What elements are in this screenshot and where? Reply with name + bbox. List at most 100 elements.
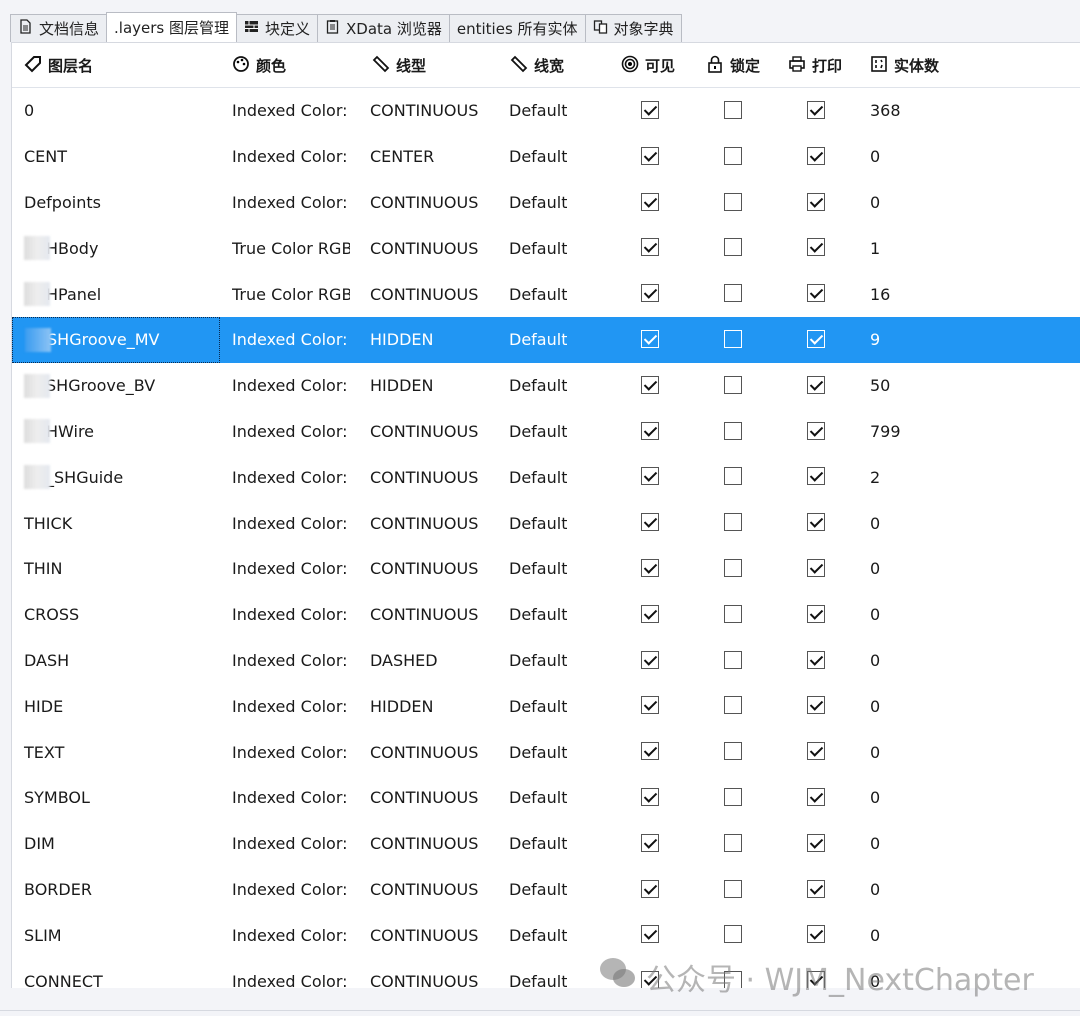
visible-checkbox[interactable] bbox=[641, 788, 659, 806]
layer-name[interactable]: TEXT bbox=[12, 729, 220, 775]
layer-lineweight[interactable]: Default bbox=[509, 821, 567, 867]
locked-checkbox[interactable] bbox=[724, 146, 742, 165]
locked-checkbox[interactable] bbox=[724, 788, 742, 806]
table-row[interactable]: DASH Indexed Color: DASHED Default 0 bbox=[12, 638, 1080, 684]
layer-lineweight[interactable]: Default bbox=[509, 454, 567, 500]
layer-color[interactable]: Indexed Color: bbox=[232, 88, 350, 134]
locked-checkbox[interactable] bbox=[724, 696, 742, 715]
table-row[interactable]: _SHGuide Indexed Color: CONTINUOUS Default 2 bbox=[12, 454, 1080, 500]
layer-linetype[interactable]: CONTINUOUS bbox=[370, 500, 478, 546]
layer-linetype[interactable]: CONTINUOUS bbox=[370, 180, 478, 226]
tab-2[interactable]: 块定义 bbox=[236, 14, 319, 42]
print-checkbox[interactable] bbox=[807, 330, 825, 348]
column-header-count[interactable]: 实体数 bbox=[870, 43, 939, 88]
layer-color[interactable]: Indexed Color: bbox=[232, 958, 350, 988]
table-row[interactable]: BORDER Indexed Color: CONTINUOUS Default 0 bbox=[12, 867, 1080, 913]
layer-color[interactable]: Indexed Color: bbox=[232, 821, 350, 867]
layer-linetype[interactable]: CONTINUOUS bbox=[370, 775, 478, 821]
layer-color[interactable]: True Color RGB bbox=[232, 225, 350, 271]
visible-checkbox[interactable] bbox=[641, 925, 659, 944]
print-checkbox[interactable] bbox=[807, 788, 825, 806]
locked-checkbox[interactable] bbox=[724, 421, 742, 440]
layer-lineweight[interactable]: Default bbox=[509, 912, 567, 958]
locked-checkbox[interactable] bbox=[724, 284, 742, 303]
visible-checkbox[interactable] bbox=[641, 559, 659, 577]
layer-lineweight[interactable]: Default bbox=[509, 683, 567, 729]
table-row[interactable]: CONNECT Indexed Color: CONTINUOUS Default 0 bbox=[12, 958, 1080, 988]
layer-linetype[interactable]: HIDDEN bbox=[370, 363, 433, 409]
layer-name[interactable]: SLIM bbox=[12, 912, 220, 958]
visible-checkbox[interactable] bbox=[641, 330, 659, 348]
column-header-linetype[interactable]: 线型 bbox=[372, 43, 426, 88]
layer-color[interactable]: Indexed Color: bbox=[232, 546, 350, 592]
table-row[interactable]: SYMBOL Indexed Color: CONTINUOUS Default 0 bbox=[12, 775, 1080, 821]
layer-color[interactable]: Indexed Color: bbox=[232, 592, 350, 638]
tab-5[interactable]: 对象字典 bbox=[584, 14, 682, 42]
locked-checkbox[interactable] bbox=[724, 559, 742, 577]
layer-name[interactable]: THICK bbox=[12, 500, 220, 546]
table-row[interactable]: THICK Indexed Color: CONTINUOUS Default 0 bbox=[12, 500, 1080, 546]
print-checkbox[interactable] bbox=[807, 559, 825, 577]
layer-color[interactable]: Indexed Color: bbox=[232, 683, 350, 729]
locked-checkbox[interactable] bbox=[724, 604, 742, 623]
layer-linetype[interactable]: CONTINUOUS bbox=[370, 225, 478, 271]
layer-linetype[interactable]: CONTINUOUS bbox=[370, 409, 478, 455]
layer-lineweight[interactable]: Default bbox=[509, 317, 567, 363]
print-checkbox[interactable] bbox=[807, 101, 825, 119]
print-checkbox[interactable] bbox=[807, 192, 825, 211]
table-row[interactable]: DIM Indexed Color: CONTINUOUS Default 0 bbox=[12, 821, 1080, 867]
visible-checkbox[interactable] bbox=[641, 238, 659, 257]
layer-name[interactable]: SHGroove_MV bbox=[12, 317, 220, 363]
print-checkbox[interactable] bbox=[807, 604, 825, 623]
column-header-name[interactable]: 图层名 bbox=[24, 43, 93, 88]
layer-color[interactable]: Indexed Color: bbox=[232, 867, 350, 913]
layer-name[interactable]: BORDER bbox=[12, 867, 220, 913]
locked-checkbox[interactable] bbox=[724, 101, 742, 119]
print-checkbox[interactable] bbox=[807, 284, 825, 303]
layer-name[interactable]: DIM bbox=[12, 821, 220, 867]
print-checkbox[interactable] bbox=[807, 696, 825, 715]
print-checkbox[interactable] bbox=[807, 925, 825, 944]
visible-checkbox[interactable] bbox=[641, 879, 659, 898]
table-row[interactable]: THIN Indexed Color: CONTINUOUS Default 0 bbox=[12, 546, 1080, 592]
table-row[interactable]: TEXT Indexed Color: CONTINUOUS Default 0 bbox=[12, 729, 1080, 775]
layer-lineweight[interactable]: Default bbox=[509, 225, 567, 271]
layer-color[interactable]: True Color RGB bbox=[232, 271, 350, 317]
column-header-color[interactable]: 颜色 bbox=[232, 43, 286, 88]
table-row[interactable]: CENT Indexed Color: CENTER Default 0 bbox=[12, 134, 1080, 180]
layer-linetype[interactable]: CONTINUOUS bbox=[370, 454, 478, 500]
column-header-print[interactable]: 打印 bbox=[788, 43, 842, 88]
locked-checkbox[interactable] bbox=[724, 513, 742, 532]
visible-checkbox[interactable] bbox=[641, 146, 659, 165]
table-row[interactable]: HWire Indexed Color: CONTINUOUS Default 799 bbox=[12, 409, 1080, 455]
layer-lineweight[interactable]: Default bbox=[509, 592, 567, 638]
layer-name[interactable]: HBody bbox=[12, 225, 220, 271]
layer-color[interactable]: Indexed Color: bbox=[232, 363, 350, 409]
layer-linetype[interactable]: CONTINUOUS bbox=[370, 958, 478, 988]
print-checkbox[interactable] bbox=[807, 650, 825, 669]
locked-checkbox[interactable] bbox=[724, 971, 742, 988]
table-row[interactable]: SHGroove_MV Indexed Color: HIDDEN Default 9 bbox=[12, 317, 1080, 363]
layer-name[interactable]: SYMBOL bbox=[12, 775, 220, 821]
layer-lineweight[interactable]: Default bbox=[509, 88, 567, 134]
print-checkbox[interactable] bbox=[807, 146, 825, 165]
layer-lineweight[interactable]: Default bbox=[509, 409, 567, 455]
print-checkbox[interactable] bbox=[807, 513, 825, 532]
tab-1[interactable]: .layers 图层管理 bbox=[106, 12, 237, 42]
table-row[interactable]: CROSS Indexed Color: CONTINUOUS Default 0 bbox=[12, 592, 1080, 638]
visible-checkbox[interactable] bbox=[641, 604, 659, 623]
locked-checkbox[interactable] bbox=[724, 238, 742, 257]
table-row[interactable]: SLIM Indexed Color: CONTINUOUS Default 0 bbox=[12, 912, 1080, 958]
tab-3[interactable]: XData 浏览器 bbox=[317, 14, 450, 42]
tab-4[interactable]: entities 所有实体 bbox=[448, 14, 586, 42]
layer-name[interactable]: 0 bbox=[12, 88, 220, 134]
table-row[interactable]: Defpoints Indexed Color: CONTINUOUS Default… bbox=[12, 180, 1080, 226]
locked-checkbox[interactable] bbox=[724, 833, 742, 852]
visible-checkbox[interactable] bbox=[641, 742, 659, 761]
visible-checkbox[interactable] bbox=[641, 192, 659, 211]
visible-checkbox[interactable] bbox=[641, 696, 659, 715]
locked-checkbox[interactable] bbox=[724, 375, 742, 394]
print-checkbox[interactable] bbox=[807, 375, 825, 394]
layer-lineweight[interactable]: Default bbox=[509, 729, 567, 775]
layer-name[interactable]: CROSS bbox=[12, 592, 220, 638]
